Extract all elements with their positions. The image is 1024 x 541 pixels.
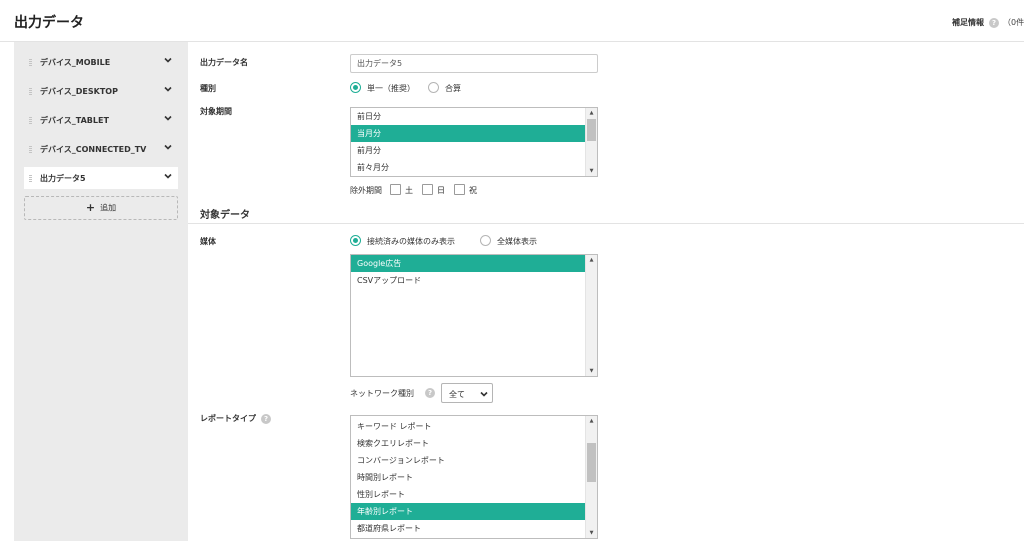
media-option[interactable]: CSVアップロード	[351, 272, 586, 289]
sidebar-item-output-data-5[interactable]: 出力データ5	[24, 167, 178, 189]
media-listbox[interactable]: Google広告 CSVアップロード ▲ ▼	[350, 254, 598, 377]
report-type-option[interactable]: コンバージョンレポート	[351, 452, 586, 469]
scroll-down-icon[interactable]: ▼	[586, 166, 597, 176]
kind-label: 種別	[200, 84, 216, 93]
media-option-selected[interactable]: Google広告	[351, 255, 586, 272]
output-name-label: 出力データ名	[200, 58, 248, 67]
scroll-up-icon[interactable]: ▲	[586, 108, 597, 118]
kind-combined-radio[interactable]	[428, 82, 439, 93]
exclude-holiday-label: 祝	[469, 186, 477, 195]
help-icon[interactable]: ?	[261, 413, 271, 424]
sidebar-item-device-tablet[interactable]: デバイス_TABLET	[24, 109, 178, 131]
media-connected-only-label: 接続済みの媒体のみ表示	[367, 237, 455, 246]
scroll-thumb[interactable]	[587, 443, 596, 482]
sidebar-item-label: デバイス_DESKTOP	[40, 87, 118, 96]
sidebar: デバイス_MOBILE デバイス_DESKTOP デバイス_TABLET デバイ…	[14, 42, 188, 541]
drag-handle-icon[interactable]	[29, 59, 32, 66]
network-type-value: 全て	[449, 390, 465, 399]
sidebar-item-label: デバイス_MOBILE	[40, 58, 111, 67]
supplementary-info-label: 補足情報	[952, 18, 984, 27]
add-button-label: 追加	[100, 203, 117, 213]
period-scrollbar[interactable]: ▲ ▼	[585, 108, 597, 176]
network-type-select[interactable]: 全て	[441, 383, 493, 403]
sidebar-item-label: デバイス_TABLET	[40, 116, 109, 125]
report-type-option[interactable]: キーワード レポート	[351, 418, 586, 435]
report-type-option[interactable]: 都道府県レポート	[351, 520, 586, 537]
exclude-sunday-label: 日	[437, 186, 445, 195]
network-type-label: ネットワーク種別	[350, 389, 414, 398]
add-output-data-button[interactable]: + 追加	[24, 196, 178, 220]
target-data-section-title: 対象データ	[200, 210, 250, 221]
scroll-down-icon[interactable]: ▼	[586, 366, 597, 376]
period-listbox[interactable]: 前日分 当月分 前月分 前々月分 ▲ ▼	[350, 107, 598, 177]
section-divider	[188, 223, 1024, 224]
supplementary-count: （0件	[1003, 18, 1024, 27]
exclude-period-label: 除外期間	[350, 186, 382, 195]
media-scrollbar[interactable]: ▲ ▼	[585, 255, 597, 376]
scroll-up-icon[interactable]: ▲	[586, 255, 597, 265]
period-option-selected[interactable]: 当月分	[351, 125, 586, 142]
supplementary-info[interactable]: 補足情報? （0件	[952, 17, 1024, 28]
period-option[interactable]: 前々月分	[351, 159, 586, 176]
report-type-option[interactable]: 時間別レポート	[351, 469, 586, 486]
period-option[interactable]: 前日分	[351, 108, 586, 125]
drag-handle-icon[interactable]	[29, 117, 32, 124]
report-type-option[interactable]: 検索クエリレポート	[351, 435, 586, 452]
report-type-scrollbar[interactable]: ▲ ▼	[585, 416, 597, 538]
period-option[interactable]: 前月分	[351, 142, 586, 159]
report-type-label: レポートタイプ?	[200, 413, 271, 424]
report-type-label-text: レポートタイプ	[200, 414, 256, 423]
help-icon[interactable]: ?	[425, 388, 435, 398]
kind-single-label: 単一（推奨）	[367, 84, 415, 93]
scroll-down-icon[interactable]: ▼	[586, 528, 597, 538]
report-type-option[interactable]: 性別レポート	[351, 486, 586, 503]
page-header: 出力データ 補足情報? （0件	[0, 0, 1024, 42]
kind-single-radio[interactable]	[350, 82, 361, 93]
exclude-sunday-checkbox[interactable]	[422, 184, 433, 195]
chevron-down-icon[interactable]	[164, 114, 172, 122]
output-name-input[interactable]	[350, 54, 598, 73]
report-type-listbox[interactable]: キーワード レポート 検索クエリレポート コンバージョンレポート 時間別レポート…	[350, 415, 598, 539]
scroll-up-icon[interactable]: ▲	[586, 416, 597, 426]
plus-icon: +	[85, 201, 96, 214]
exclude-saturday-label: 土	[405, 186, 413, 195]
media-all-label: 全媒体表示	[497, 237, 537, 246]
drag-handle-icon[interactable]	[29, 175, 32, 182]
sidebar-item-device-connected-tv[interactable]: デバイス_CONNECTED_TV	[24, 138, 178, 160]
sidebar-item-device-mobile[interactable]: デバイス_MOBILE	[24, 51, 178, 73]
drag-handle-icon[interactable]	[29, 146, 32, 153]
page-title: 出力データ	[14, 15, 84, 31]
chevron-down-icon	[480, 391, 488, 397]
sidebar-item-label: デバイス_CONNECTED_TV	[40, 145, 147, 154]
report-type-option-selected[interactable]: 年齢別レポート	[351, 503, 586, 520]
sidebar-item-device-desktop[interactable]: デバイス_DESKTOP	[24, 80, 178, 102]
help-icon[interactable]: ?	[989, 17, 999, 28]
kind-combined-label: 合算	[445, 84, 461, 93]
chevron-down-icon[interactable]	[164, 56, 172, 64]
exclude-holiday-checkbox[interactable]	[454, 184, 465, 195]
chevron-down-icon[interactable]	[164, 172, 172, 180]
chevron-down-icon[interactable]	[164, 85, 172, 93]
period-label: 対象期間	[200, 107, 232, 116]
media-all-radio[interactable]	[480, 235, 491, 246]
media-connected-only-radio[interactable]	[350, 235, 361, 246]
drag-handle-icon[interactable]	[29, 88, 32, 95]
scroll-thumb[interactable]	[587, 119, 596, 141]
sidebar-item-label: 出力データ5	[40, 174, 86, 183]
exclude-saturday-checkbox[interactable]	[390, 184, 401, 195]
chevron-down-icon[interactable]	[164, 143, 172, 151]
media-label: 媒体	[200, 237, 216, 246]
